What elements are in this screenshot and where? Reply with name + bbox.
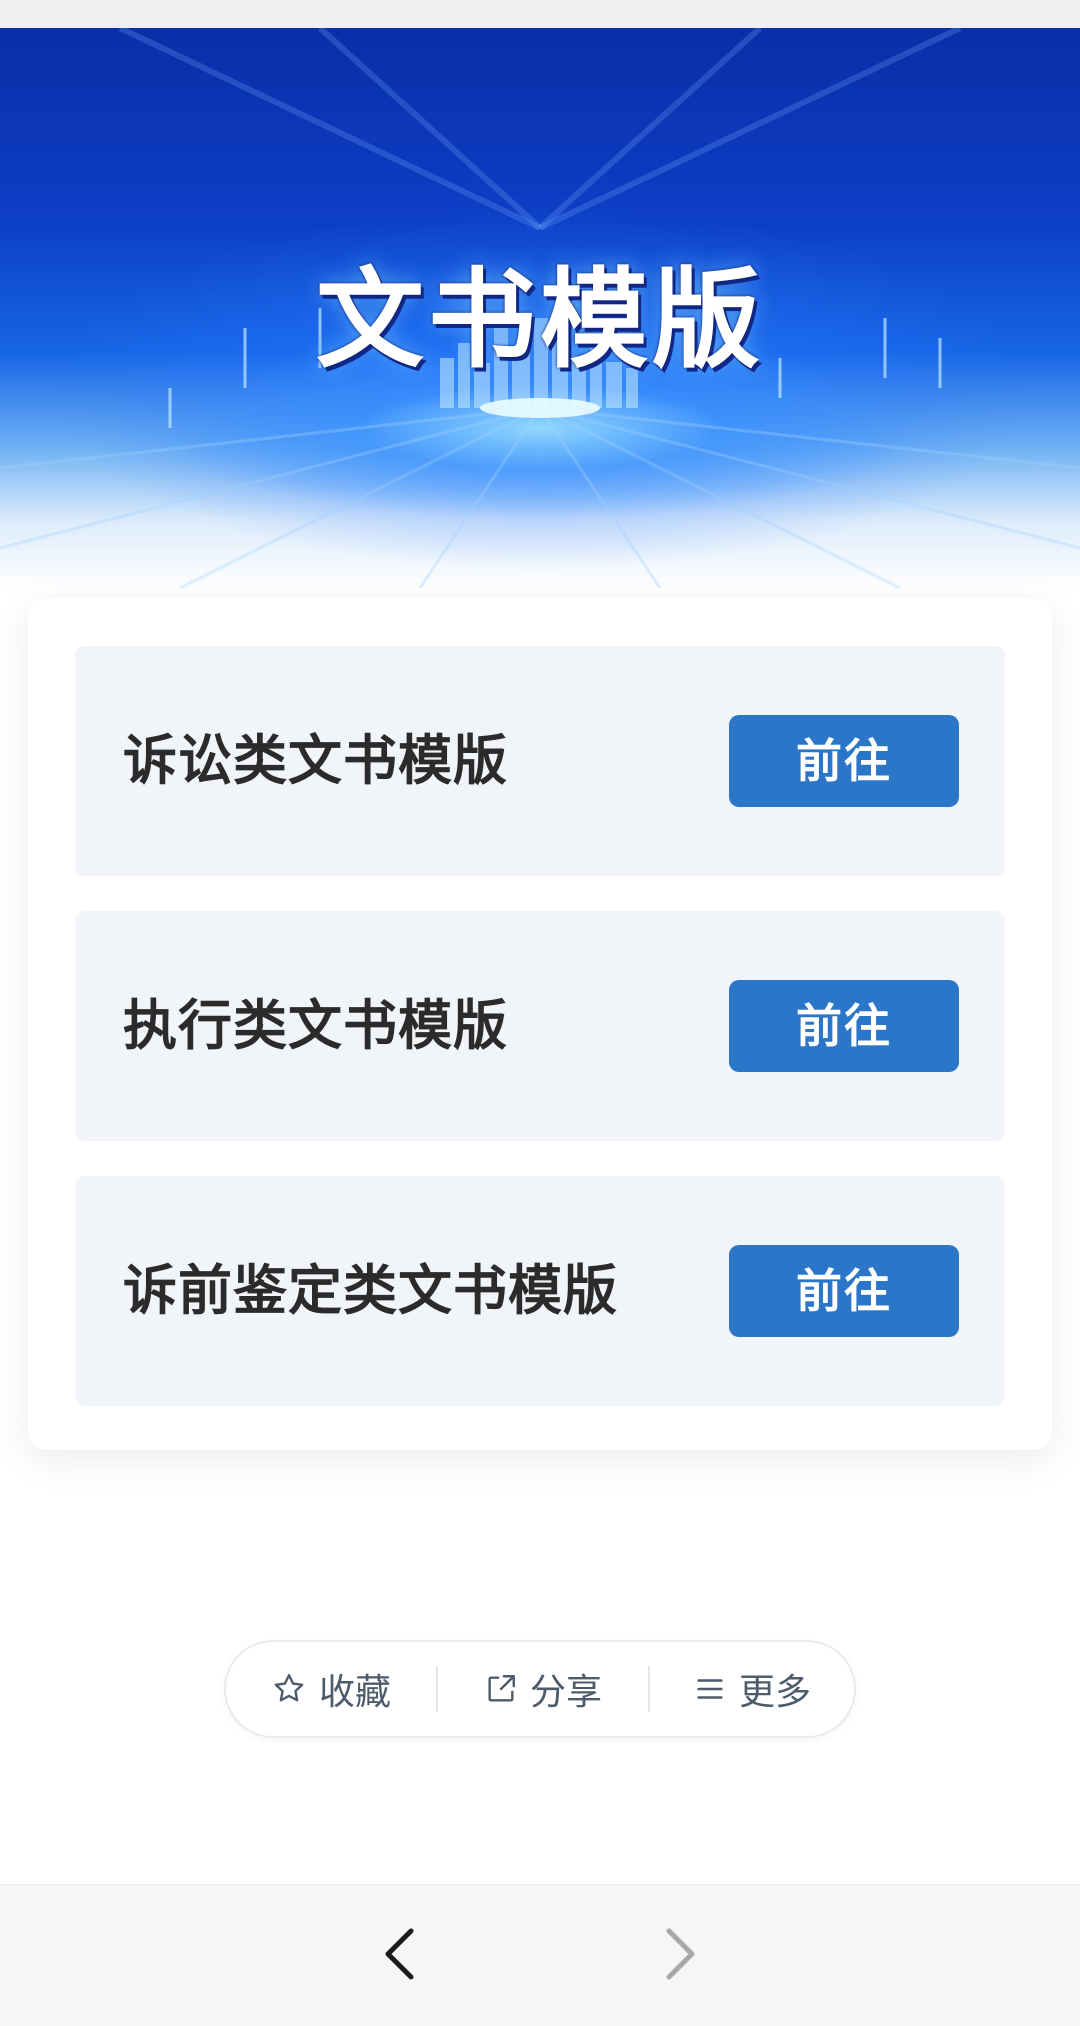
- template-item-execution: 执行类文书模版 前往: [75, 911, 1005, 1141]
- forward-button[interactable]: [644, 1919, 714, 1989]
- template-item-label: 诉前鉴定类文书模版: [123, 1259, 618, 1322]
- template-item-label: 诉讼类文书模版: [123, 729, 508, 792]
- bottom-navigation-bar: [0, 1884, 1080, 2026]
- more-button[interactable]: 更多: [650, 1642, 854, 1736]
- template-item-label: 执行类文书模版: [123, 994, 508, 1057]
- back-button[interactable]: [366, 1919, 436, 1989]
- template-item-pre-litigation-appraisal: 诉前鉴定类文书模版 前往: [75, 1176, 1005, 1406]
- more-label: 更多: [738, 1672, 811, 1713]
- chevron-left-icon: [385, 1928, 414, 1980]
- share-button[interactable]: 分享: [438, 1642, 648, 1736]
- status-strip: [0, 0, 1080, 28]
- go-button[interactable]: 前往: [729, 715, 959, 807]
- star-icon: [274, 1674, 304, 1702]
- chevron-right-icon: [666, 1928, 695, 1980]
- go-button[interactable]: 前往: [729, 1245, 959, 1337]
- share-label: 分享: [529, 1672, 602, 1713]
- banner: 文书模版: [0, 28, 1080, 588]
- favorite-button[interactable]: 收藏: [226, 1642, 436, 1736]
- share-icon: [488, 1675, 515, 1702]
- menu-icon: [697, 1679, 723, 1699]
- go-button[interactable]: 前往: [729, 980, 959, 1072]
- template-list-card: 诉讼类文书模版 前往 执行类文书模版 前往 诉前鉴定类文书模版 前往: [28, 598, 1052, 1450]
- template-item-litigation: 诉讼类文书模版 前往: [75, 646, 1005, 876]
- page: 文书模版 诉讼类文书模版 前往 执行类文书模版 前往 诉前鉴定类文书模版 前往 …: [0, 0, 1080, 2026]
- favorite-label: 收藏: [318, 1672, 391, 1713]
- action-bar: 收藏 分享 更多: [224, 1640, 856, 1738]
- banner-title: 文书模版: [315, 258, 764, 383]
